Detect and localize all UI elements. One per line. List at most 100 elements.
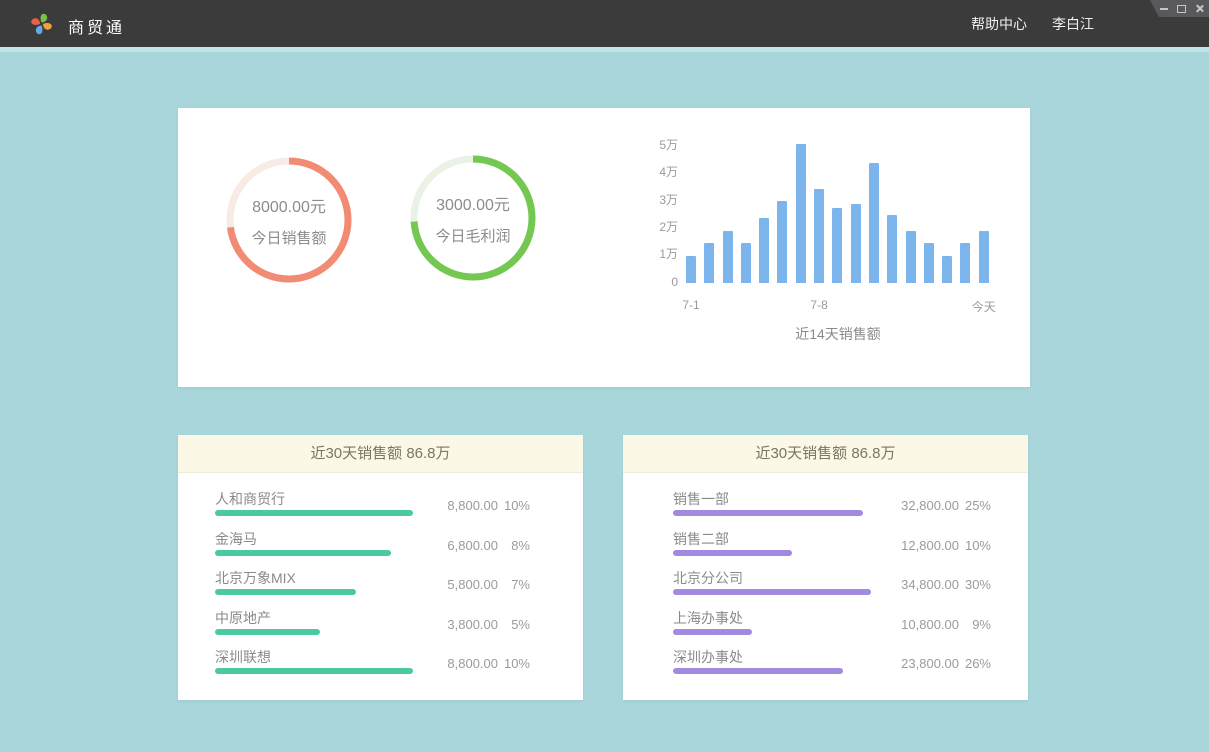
minimize-icon	[1160, 8, 1168, 10]
rank-row-label: 北京万象MIX	[215, 568, 296, 588]
today-sales-label: 今日销售额	[251, 227, 326, 248]
kpi-panel: 8000.00元 今日销售额 30天最高：10,000.00元 3000.00元…	[178, 108, 1030, 387]
rank-row: 上海办事处 10,800.009%	[623, 606, 1028, 646]
titlebar-accent-strip	[0, 47, 1209, 52]
rank-row-label: 上海办事处	[673, 608, 743, 628]
rank-row-label: 销售二部	[673, 529, 729, 549]
department-rank-rows: 销售一部 32,800.0025% 销售二部 12,800.0010% 北京分公司 34,…	[623, 473, 1028, 685]
bar	[741, 243, 751, 283]
rank-row-values: 10,800.009%	[879, 617, 991, 632]
app-title: 商贸通	[68, 14, 125, 38]
bar	[796, 144, 806, 283]
bar	[832, 208, 842, 283]
today-profit-donut: 3000.00元 今日毛利润	[408, 153, 538, 283]
bar	[723, 231, 733, 283]
maximize-icon	[1177, 5, 1186, 13]
bar-chart-title: 近14天销售额	[738, 324, 938, 344]
window-controls	[1150, 0, 1209, 17]
rank-row-amount: 8,800.00	[418, 498, 498, 513]
rank-row: 深圳联想 8,800.0010%	[178, 645, 583, 685]
x-axis-tick: 今天	[954, 298, 1014, 315]
bar	[924, 243, 934, 283]
bar	[979, 231, 989, 283]
x-axis-tick: 7-1	[661, 298, 721, 312]
bar	[887, 215, 897, 283]
minimize-button[interactable]	[1158, 0, 1169, 17]
bar	[906, 231, 916, 283]
rank-row: 人和商贸行 8,800.0010%	[178, 487, 583, 527]
rank-row-label: 深圳联想	[215, 647, 271, 667]
rank-row-label: 人和商贸行	[215, 489, 285, 509]
today-profit-value: 3000.00元	[436, 191, 510, 215]
rank-row-amount: 3,800.00	[418, 617, 498, 632]
rank-row-values: 3,800.005%	[418, 617, 530, 632]
close-button[interactable]	[1194, 0, 1205, 17]
rank-row-bar	[673, 589, 871, 595]
rank-row-amount: 12,800.00	[879, 538, 959, 553]
rank-row-bar	[215, 668, 413, 674]
rank-row-amount: 10,800.00	[879, 617, 959, 632]
rank-row-percent: 10%	[498, 656, 530, 671]
customer-sales-rank-card: 近30天销售额 86.8万 人和商贸行8,800.0010%金海马6,800.0…	[178, 435, 583, 700]
bar	[814, 189, 824, 283]
rank-row-percent: 8%	[498, 538, 530, 553]
bar	[851, 204, 861, 283]
x-axis-tick: 7-8	[789, 298, 849, 312]
rank-row-percent: 10%	[498, 498, 530, 513]
today-sales-donut: 8000.00元 今日销售额	[224, 155, 354, 285]
rank-row-label: 北京分公司	[673, 568, 743, 588]
y-axis-tick: 4万	[648, 165, 678, 179]
titlebar-menu: 帮助中心 李白江	[971, 0, 1094, 47]
rank-row-values: 12,800.0010%	[879, 538, 991, 553]
help-center-link[interactable]: 帮助中心	[971, 14, 1027, 34]
rank-row-percent: 9%	[959, 617, 991, 632]
rank-row-bar	[215, 629, 320, 635]
bar-chart-x-axis: 7-1 7-8 今天	[648, 298, 1018, 312]
rank-row-percent: 26%	[959, 656, 991, 671]
y-axis-tick: 3万	[648, 193, 678, 207]
rank-row-bar	[673, 550, 792, 556]
rank-row-values: 8,800.0010%	[418, 656, 530, 671]
customer-rank-card-title: 近30天销售额 86.8万	[178, 435, 583, 473]
bar	[777, 201, 787, 283]
rank-row-bar	[215, 510, 413, 516]
close-icon	[1195, 4, 1204, 13]
bar	[960, 243, 970, 283]
rank-row-label: 销售一部	[673, 489, 729, 509]
sales-14day-bar-chart: 5万4万3万2万1万0 7-17-8今天 近14天销售额	[648, 133, 1018, 348]
rank-row-bar	[215, 550, 391, 556]
rank-row-bar	[673, 668, 843, 674]
rank-row-bar	[215, 589, 356, 595]
rank-row-percent: 30%	[959, 577, 991, 592]
y-axis-tick: 2万	[648, 220, 678, 234]
rank-row-percent: 5%	[498, 617, 530, 632]
user-name-link[interactable]: 李白江	[1052, 14, 1094, 34]
rank-row-bar	[673, 510, 863, 516]
rank-row: 北京万象MIX 5,800.007%	[178, 566, 583, 606]
rank-row-percent: 25%	[959, 498, 991, 513]
rank-row-bar	[673, 629, 752, 635]
bar-chart-bars	[686, 138, 989, 283]
donut-center-text: 8000.00元 今日销售额	[224, 155, 354, 285]
y-axis-tick: 5万	[648, 138, 678, 152]
department-rank-card-title: 近30天销售额 86.8万	[623, 435, 1028, 473]
rank-row-percent: 7%	[498, 577, 530, 592]
donut-center-text: 3000.00元 今日毛利润	[408, 153, 538, 283]
today-profit-label: 今日毛利润	[435, 225, 510, 246]
department-sales-rank-card: 近30天销售额 86.8万 销售一部 32,800.0025% 销售二部 12,800…	[623, 435, 1028, 700]
rank-row-amount: 8,800.00	[418, 656, 498, 671]
rank-row-values: 5,800.007%	[418, 577, 530, 592]
bar-chart-y-axis: 5万4万3万2万1万0	[648, 133, 678, 293]
rank-row-values: 32,800.0025%	[879, 498, 991, 513]
rank-row-values: 8,800.0010%	[418, 498, 530, 513]
y-axis-tick: 1万	[648, 247, 678, 261]
rank-row-amount: 5,800.00	[418, 577, 498, 592]
rank-row: 深圳办事处23,800.0026%	[623, 645, 1028, 685]
app-logo-pinwheel-icon	[28, 10, 55, 37]
maximize-button[interactable]	[1176, 0, 1187, 17]
today-sales-value: 8000.00元	[252, 193, 326, 217]
bar	[759, 218, 769, 284]
rank-row-values: 34,800.0030%	[879, 577, 991, 592]
app-window: 商贸通 帮助中心 李白江 8000.00元 今日销售额 30天最高：10,000…	[0, 0, 1209, 752]
bar	[942, 256, 952, 283]
